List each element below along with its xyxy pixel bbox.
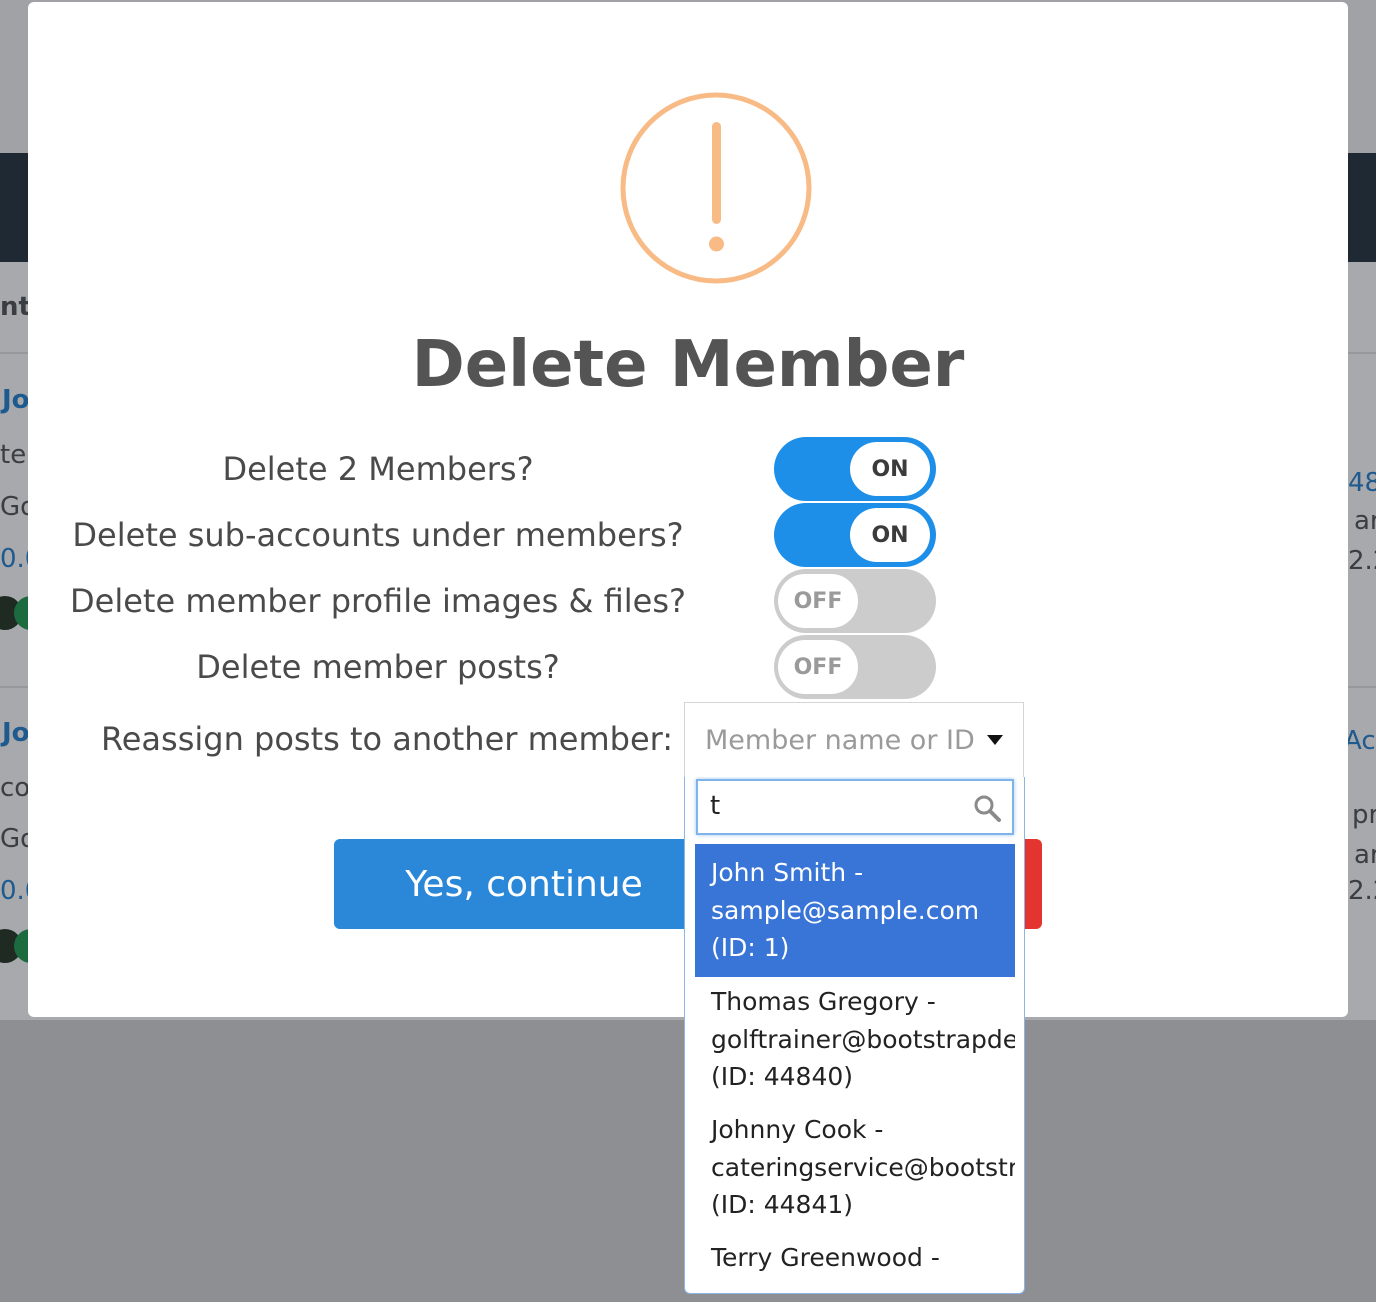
bg-text: co <box>0 773 31 803</box>
reassign-member-select[interactable]: Member name or ID <box>684 702 1024 780</box>
bg-text: Jo <box>2 385 30 415</box>
chevron-down-icon[interactable] <box>987 735 1003 745</box>
bg-text: pr <box>1352 800 1376 830</box>
delete-subaccounts-label: Delete sub-accounts under members? <box>72 516 684 554</box>
reassign-label: Reassign posts to another member: <box>100 720 673 758</box>
bg-text: te <box>0 440 27 470</box>
bg-text: ar <box>1354 506 1376 536</box>
bg-text: 2.2 <box>1348 546 1376 576</box>
toggle-state: ON <box>850 442 930 496</box>
dropdown-option-terry-greenwood[interactable]: Terry Greenwood - <box>695 1229 1015 1287</box>
bg-text: 48 <box>1348 468 1376 498</box>
yes-continue-button[interactable]: Yes, continue <box>334 839 714 929</box>
delete-posts-label: Delete member posts? <box>196 648 560 686</box>
delete-posts-toggle[interactable]: OFF <box>774 635 936 699</box>
dropdown-option-johnny-cook[interactable]: Johnny Cook - cateringservice@bootstr (I… <box>695 1101 1015 1234</box>
toggle-state: OFF <box>778 574 858 628</box>
delete-files-label: Delete member profile images & files? <box>70 582 686 620</box>
modal-title: Delete Member <box>411 328 965 402</box>
delete-members-label: Delete 2 Members? <box>222 450 534 488</box>
option-id: (ID: 44841) <box>711 1190 854 1219</box>
toggle-state: ON <box>850 508 930 562</box>
search-value: t <box>710 791 721 821</box>
option-id: (ID: 1) <box>711 933 790 962</box>
exclamation-circle-icon <box>620 92 812 284</box>
search-icon <box>974 795 1001 822</box>
option-name: Johnny Cook - <box>711 1115 884 1144</box>
option-email: cateringservice@bootstr <box>711 1152 1015 1182</box>
bg-text: 2.2 <box>1348 876 1376 906</box>
delete-members-toggle[interactable]: ON <box>774 437 936 501</box>
bg-text: Jo <box>2 718 30 748</box>
option-email: sample@sample.com <box>711 895 980 925</box>
option-id: (ID: 44840) <box>711 1062 854 1091</box>
member-search-input[interactable]: t <box>696 779 1014 835</box>
select-placeholder: Member name or ID <box>705 725 975 756</box>
member-dropdown: t John Smith - sample@sample.com (ID: 1)… <box>684 777 1025 1294</box>
bg-text: Acc <box>1344 726 1376 756</box>
toggle-state: OFF <box>778 640 858 694</box>
dropdown-option-john-smith[interactable]: John Smith - sample@sample.com (ID: 1) <box>695 844 1015 977</box>
delete-subaccounts-toggle[interactable]: ON <box>774 503 936 567</box>
dropdown-option-thomas-gregory[interactable]: Thomas Gregory - golftrainer@bootstrapde… <box>695 973 1015 1106</box>
option-name: John Smith - <box>711 858 864 887</box>
bg-text: ar <box>1354 840 1376 870</box>
option-name: Thomas Gregory - <box>711 987 936 1016</box>
delete-files-toggle[interactable]: OFF <box>774 569 936 633</box>
option-name: Terry Greenwood - <box>711 1243 940 1272</box>
option-email: golftrainer@bootstrapde <box>711 1024 1015 1054</box>
